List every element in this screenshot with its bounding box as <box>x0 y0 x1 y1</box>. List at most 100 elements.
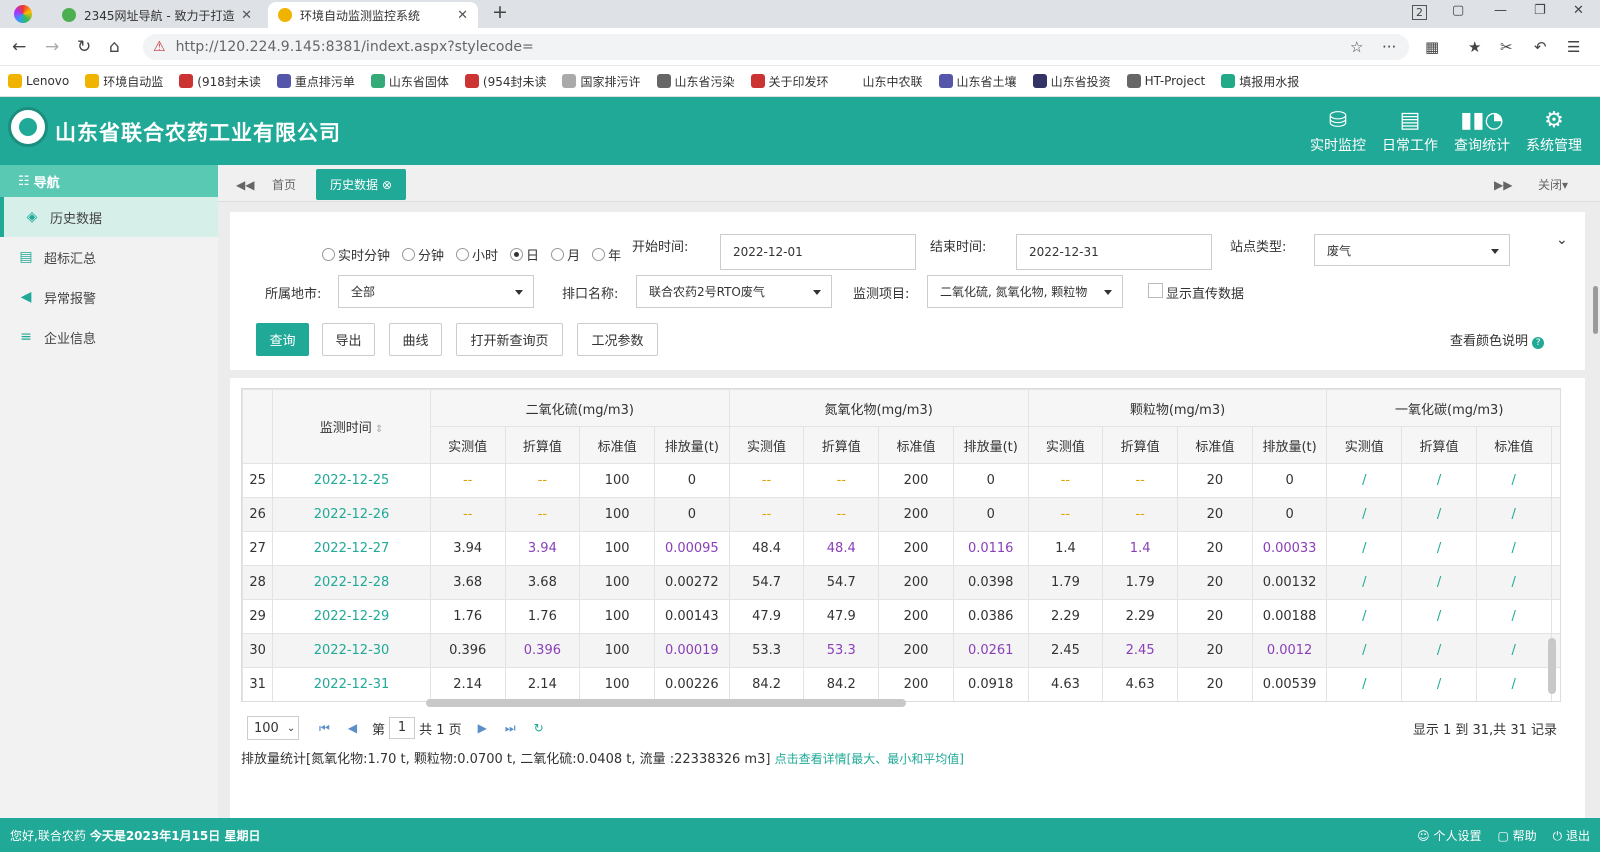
bookmark-item[interactable]: 填报用水报 <box>1221 73 1299 90</box>
bookmark-item[interactable]: 山东省污染 <box>656 73 735 90</box>
url-field[interactable]: ⚠ http://120.224.9.145:8381/indext.aspx?… <box>143 34 1409 60</box>
table-row[interactable]: 25 2022-12-25 -- -- 100 0 -- -- 200 0 -- -- 20 0// / <box>242 463 1560 498</box>
monitor-date[interactable]: 2022-12-31 <box>272 667 431 701</box>
monitor-date[interactable]: 2022-12-26 <box>272 497 431 532</box>
bookmark-item[interactable]: (918封未读 <box>179 73 261 90</box>
granularity-radio[interactable]: 日 <box>510 245 539 264</box>
restore-icon[interactable]: ❐ <box>1534 3 1546 18</box>
new-tab-button[interactable]: + <box>492 1 508 23</box>
horizontal-scrollbar[interactable] <box>426 699 906 707</box>
close-icon[interactable]: ✕ <box>457 8 468 23</box>
query-button[interactable]: 查询 <box>256 323 309 356</box>
bookmark-item[interactable]: (954封未读 <box>464 73 546 90</box>
undo-icon[interactable]: ↶ <box>1534 38 1547 56</box>
minimize-icon[interactable]: — <box>1494 3 1507 18</box>
page-scrollbar[interactable] <box>1593 286 1598 334</box>
granularity-radio[interactable]: 月 <box>551 245 580 264</box>
outlet-select[interactable]: 联合农药2号RTO废气 <box>636 275 832 308</box>
browser-tab-monitor[interactable]: 环境自动监测监控系统 ✕ <box>268 2 478 28</box>
granularity-radio[interactable]: 分钟 <box>402 245 444 264</box>
table-row[interactable]: 27 2022-12-27 3.94 3.94 100 0.00095 48.4 48.4 20… <box>242 531 1560 566</box>
bookmark-item[interactable]: 山东省土壤 <box>938 73 1017 90</box>
sidebar-item-history[interactable]: ◈ 历史数据 <box>0 197 218 237</box>
favorites-icon[interactable]: ★ <box>1468 38 1481 56</box>
collapse-chevron-icon[interactable]: ⌄ <box>1556 232 1568 248</box>
star-icon[interactable]: ☆ <box>1350 38 1363 56</box>
close-circle-icon[interactable]: ⊗ <box>382 178 392 192</box>
first-page-icon[interactable]: ⏮ <box>319 721 330 736</box>
home-icon[interactable]: ⌂ <box>109 37 120 57</box>
granularity-radio[interactable]: 实时分钟 <box>322 245 390 264</box>
browser-logo-icon[interactable] <box>14 5 32 23</box>
monitor-date[interactable]: 2022-12-29 <box>272 599 431 634</box>
bookmark-item[interactable]: Lenovo <box>8 74 69 88</box>
nav-realtime-monitor[interactable]: ⛁ 实时监控 <box>1308 107 1368 155</box>
table-row[interactable]: 29 2022-12-29 1.76 1.76 100 0.00143 47.9 47.9 20… <box>242 599 1560 634</box>
sidebar-item-exceed[interactable]: ▤ 超标汇总 <box>0 237 218 277</box>
color-legend-link[interactable]: 查看颜色说明 ? <box>1450 330 1545 349</box>
table-row[interactable]: 28 2022-12-28 3.68 3.68 100 0.00272 54.7 54.7 20… <box>242 565 1560 600</box>
time-column-header[interactable]: 监测时间 ⇕ <box>272 389 431 464</box>
insecure-lock-icon[interactable]: ⚠ <box>153 39 166 55</box>
nav-daily-work[interactable]: ▤ 日常工作 <box>1380 107 1440 155</box>
close-tabs-menu[interactable]: 关闭▾ <box>1524 169 1582 200</box>
sidebar-item-company[interactable]: ≡ 企业信息 <box>0 317 218 357</box>
bookmark-item[interactable]: 山东中农联 <box>844 73 923 90</box>
help-link[interactable]: ▢ 帮助 <box>1498 827 1537 844</box>
vertical-scrollbar[interactable] <box>1548 638 1556 694</box>
monitor-date[interactable]: 2022-12-30 <box>272 633 431 668</box>
back-icon[interactable]: ← <box>12 37 26 57</box>
summary-detail-link[interactable]: 点击查看详情[最大、最小和平均值] <box>775 752 964 766</box>
condition-params-button[interactable]: 工况参数 <box>577 323 658 356</box>
monitor-date[interactable]: 2022-12-25 <box>272 463 431 498</box>
menu-icon[interactable]: ☰ <box>1567 38 1580 56</box>
window-close-icon[interactable]: ✕ <box>1573 3 1584 18</box>
scissors-icon[interactable]: ✂ <box>1500 38 1513 56</box>
personal-settings-link[interactable]: ☺ 个人设置 <box>1417 827 1481 844</box>
reload-icon[interactable]: ↻ <box>77 37 91 57</box>
forward-icon[interactable]: → <box>45 37 59 57</box>
tab-scroll-right-icon[interactable]: ▶▶ <box>1480 169 1526 200</box>
monitor-item-select[interactable]: 二氧化硫, 氮氧化物, 颗粒物 <box>927 275 1123 308</box>
close-icon[interactable]: ✕ <box>241 8 252 23</box>
granularity-radio[interactable]: 年 <box>592 245 621 264</box>
table-row[interactable]: 26 2022-12-26 -- -- 100 0 -- -- 200 0 -- -- 20 0// / <box>242 497 1560 532</box>
table-row[interactable]: 31 2022-12-31 2.14 2.14 100 0.00226 84.2 84.2 20… <box>242 667 1560 701</box>
tab-home[interactable]: 首页 <box>258 169 310 200</box>
nav-query-stats[interactable]: ▮▮◔ 查询统计 <box>1452 107 1512 155</box>
refresh-icon[interactable]: ↻ <box>534 721 544 735</box>
tab-count-badge[interactable]: 2 <box>1412 5 1427 20</box>
granularity-radio[interactable]: 小时 <box>456 245 498 264</box>
export-button[interactable]: 导出 <box>322 323 375 356</box>
monitor-date[interactable]: 2022-12-27 <box>272 531 431 566</box>
bookmark-item[interactable]: 山东省固体 <box>370 73 449 90</box>
logout-link[interactable]: ⏻ 退出 <box>1553 827 1590 844</box>
bookmark-item[interactable]: 关于印发环 <box>750 73 829 90</box>
shirt-icon[interactable]: ▢ <box>1452 3 1464 18</box>
table-row[interactable]: 30 2022-12-30 0.396 0.396 100 0.00019 53.3 53.3… <box>242 633 1560 668</box>
start-time-input[interactable]: 2022-12-01 <box>720 234 916 270</box>
open-new-query-button[interactable]: 打开新查询页 <box>456 323 563 356</box>
apps-grid-icon[interactable]: ▦ <box>1425 38 1439 56</box>
bookmark-item[interactable]: 山东省投资 <box>1032 73 1111 90</box>
end-time-input[interactable]: 2022-12-31 <box>1016 234 1212 270</box>
prev-page-icon[interactable]: ◀ <box>348 721 357 735</box>
page-number-input[interactable]: 1 <box>389 717 416 739</box>
bookmark-item[interactable]: 国家排污许 <box>562 73 641 90</box>
bookmark-item[interactable]: 重点排污单 <box>276 73 355 90</box>
bookmark-item[interactable]: HT-Project <box>1126 74 1205 88</box>
tab-history[interactable]: 历史数据 ⊗ <box>316 169 407 200</box>
nav-system-admin[interactable]: ⚙ 系统管理 <box>1524 107 1584 155</box>
sidebar-item-alarm[interactable]: ◀ 异常报警 <box>0 277 218 317</box>
more-icon[interactable]: ··· <box>1382 38 1396 56</box>
next-page-icon[interactable]: ▶ <box>478 721 487 735</box>
browser-tab-2345[interactable]: 2345网址导航 - 致力于打造百 ✕ <box>52 2 262 28</box>
bookmark-item[interactable]: 环境自动监 <box>85 73 163 90</box>
direct-data-checkbox[interactable] <box>1148 283 1163 298</box>
site-type-select[interactable]: 废气 <box>1314 234 1510 266</box>
last-page-icon[interactable]: ⏭ <box>505 721 516 736</box>
city-select[interactable]: 全部 <box>338 275 534 308</box>
curve-button[interactable]: 曲线 <box>389 323 442 356</box>
page-size-select[interactable]: 100 ⌄ <box>247 716 299 740</box>
monitor-date[interactable]: 2022-12-28 <box>272 565 431 600</box>
